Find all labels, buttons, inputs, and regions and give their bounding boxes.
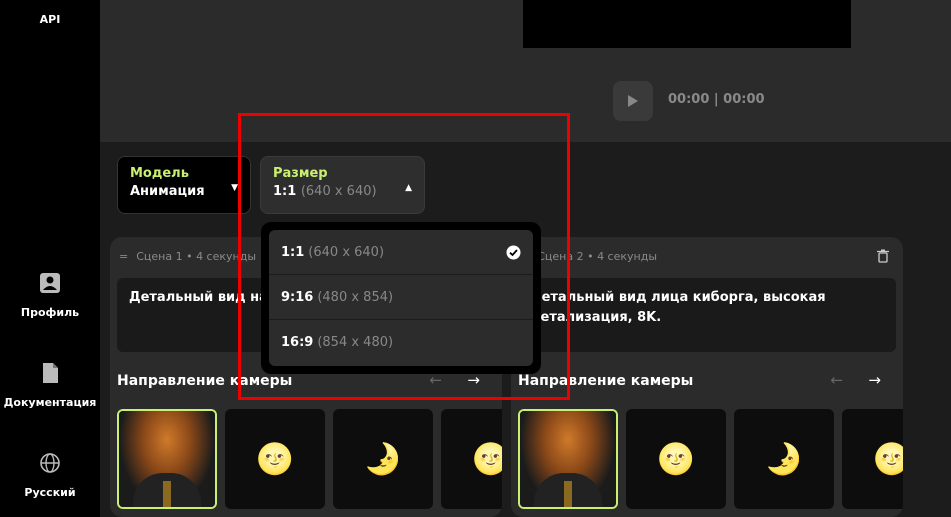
api-link[interactable]: API (0, 13, 100, 26)
camera-option[interactable]: 🌝 (225, 409, 325, 509)
camera-direction-title: Направление камеры (117, 373, 293, 389)
scene-title: Сцена 1 • 4 секунды (136, 250, 257, 263)
sidebar-item-profile[interactable]: Профиль (0, 272, 100, 319)
trash-icon[interactable] (877, 249, 889, 263)
full-moon-icon: 🌝 (256, 441, 294, 477)
playback-time: 00:00 | 00:00 (668, 92, 765, 107)
sidebar-item-docs[interactable]: Документация (0, 362, 100, 409)
tiger-image (520, 411, 616, 507)
globe-icon (40, 453, 60, 473)
crescent-moon-icon: 🌛 (765, 441, 803, 477)
full-moon-icon: 🌝 (657, 441, 695, 477)
size-option-9-16[interactable]: 9:16 (480 x 854) (269, 275, 533, 320)
option-ratio: 1:1 (281, 244, 305, 260)
scene-prompt-input[interactable]: Детальный вид лица киборга, высокая дета… (518, 278, 896, 352)
option-ratio: 9:16 (281, 289, 314, 305)
full-moon-icon: 🌝 (472, 441, 502, 477)
profile-icon (40, 273, 60, 293)
model-selector[interactable]: Модель Анимация ▼ (117, 156, 251, 214)
model-value: Анимация (130, 184, 205, 199)
crescent-moon-icon: 🌛 (364, 441, 402, 477)
option-dims: (640 x 640) (308, 244, 385, 260)
play-button[interactable] (613, 81, 653, 121)
camera-direction-title: Направление камеры (518, 373, 694, 389)
size-option-1-1[interactable]: 1:1 (640 x 640) (269, 230, 533, 275)
option-dims: (854 x 480) (317, 335, 394, 350)
model-label: Модель (130, 166, 189, 181)
size-dropdown-menu: 1:1 (640 x 640) 9:16 (480 x 854) 16:9 (854 … (261, 222, 541, 374)
sidebar: API Профиль Документация Русский (0, 0, 100, 517)
option-ratio: 16:9 (281, 335, 314, 350)
size-label: Размер (273, 166, 328, 181)
camera-option[interactable]: 🌛 (333, 409, 433, 509)
drag-handle-icon[interactable]: = (119, 250, 128, 263)
camera-option[interactable]: 🌝 (441, 409, 502, 509)
video-frame (523, 0, 851, 48)
camera-thumbnails: 🌝 🌛 🌝 (518, 409, 903, 509)
sidebar-item-label: Документация (3, 396, 97, 409)
arrow-right-icon[interactable]: → (868, 371, 881, 389)
camera-option[interactable]: 🌝 (626, 409, 726, 509)
document-icon (43, 363, 58, 383)
scene-header: = Сцена 1 • 4 секунды (119, 250, 256, 263)
scene-card-2: =Сцена 2 • 4 секунды Детальный вид лица … (511, 237, 903, 517)
camera-option-selected[interactable] (117, 409, 217, 509)
sidebar-item-label: Профиль (20, 306, 80, 319)
camera-option[interactable]: 🌛 (734, 409, 834, 509)
arrow-left-icon[interactable]: ← (830, 371, 843, 389)
chevron-up-icon: ▲ (405, 183, 412, 193)
tiger-image (119, 411, 215, 507)
chevron-down-icon: ▼ (231, 183, 238, 193)
size-selector[interactable]: Размер 1:1 (640 x 640) ▲ (260, 156, 425, 214)
video-preview-area: 00:00 | 00:00 (100, 0, 951, 142)
play-icon (628, 95, 638, 107)
sidebar-item-language[interactable]: Русский (0, 452, 100, 499)
size-value: 1:1 (640 x 640) (273, 184, 412, 199)
full-moon-icon: 🌝 (873, 441, 903, 477)
size-option-16-9[interactable]: 16:9 (854 x 480) (269, 320, 533, 365)
camera-option[interactable]: 🌝 (842, 409, 903, 509)
size-options-list: 1:1 (640 x 640) 9:16 (480 x 854) 16:9 (854 … (269, 230, 533, 366)
option-dims: (480 x 854) (317, 289, 394, 305)
size-ratio: 1:1 (273, 184, 297, 199)
scene-title: Сцена 2 • 4 секунды (537, 250, 658, 263)
camera-option-selected[interactable] (518, 409, 618, 509)
check-circle-icon (506, 245, 521, 260)
sidebar-item-label: Русский (24, 486, 76, 499)
camera-thumbnails: 🌝 🌛 🌝 (117, 409, 502, 509)
size-dims: (640 x 640) (300, 184, 377, 199)
